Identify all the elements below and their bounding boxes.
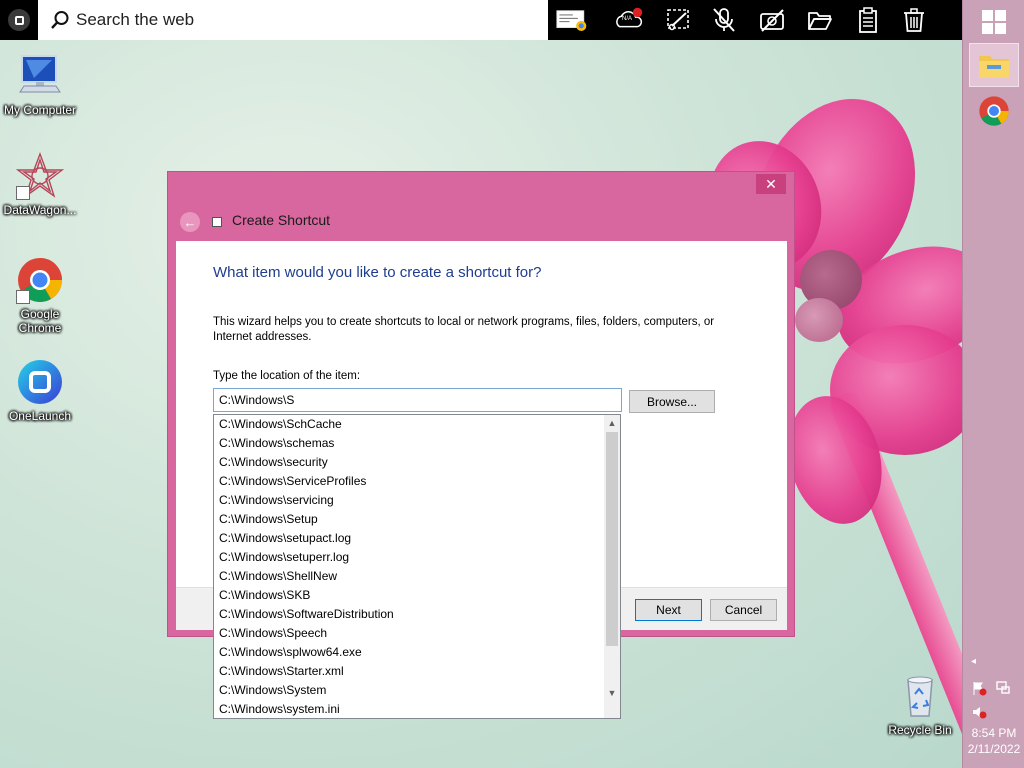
clock-date: 2/11/2022 bbox=[967, 742, 1021, 756]
autocomplete-item[interactable]: C:\Windows\Speech bbox=[214, 624, 605, 643]
desktop-icon-my-computer[interactable]: My Computer bbox=[0, 52, 80, 117]
autocomplete-item[interactable]: C:\Windows\system.ini bbox=[214, 700, 605, 719]
close-button[interactable]: ✕ bbox=[756, 174, 786, 194]
volume-muted-icon[interactable] bbox=[971, 704, 987, 719]
autocomplete-item[interactable]: C:\Windows\ShellNew bbox=[214, 567, 605, 586]
scrollbar-thumb[interactable] bbox=[606, 432, 618, 646]
clock[interactable]: 8:54 PM 2/11/2022 bbox=[963, 725, 1024, 757]
desktop-icon-label: OneLaunch bbox=[8, 409, 72, 423]
desktop-icon-label: DataWagon... bbox=[3, 203, 77, 217]
taskbar-google-chrome[interactable] bbox=[969, 89, 1019, 133]
onelaunch-icon bbox=[16, 358, 64, 406]
autocomplete-item[interactable]: C:\Windows\SoftwareDistribution bbox=[214, 605, 605, 624]
location-input[interactable] bbox=[213, 388, 622, 412]
windows-logo-icon bbox=[982, 10, 1006, 34]
search-icon bbox=[51, 11, 69, 29]
desktop-icon-datawagon[interactable]: DataWagon... bbox=[0, 152, 80, 217]
clipboard-icon[interactable] bbox=[852, 5, 884, 35]
shortcut-arrow-icon bbox=[16, 290, 30, 304]
wizard-heading: What item would you like to create a sho… bbox=[213, 264, 542, 281]
scroll-up-arrow-icon[interactable]: ▲ bbox=[604, 415, 620, 431]
trash-icon[interactable] bbox=[898, 5, 930, 35]
clock-time: 8:54 PM bbox=[971, 726, 1017, 740]
snip-icon[interactable] bbox=[662, 5, 694, 35]
desktop-icon-label: Recycle Bin bbox=[888, 723, 952, 737]
action-center-flag-icon[interactable] bbox=[971, 680, 987, 696]
autocomplete-scrollbar[interactable]: ▲ ▼ bbox=[604, 415, 620, 718]
computer-icon bbox=[16, 52, 64, 100]
web-search-bar[interactable]: Search the web bbox=[38, 0, 548, 40]
desktop-icon-google-chrome[interactable]: Google Chrome bbox=[0, 256, 80, 335]
desktop-icon-label: Google Chrome bbox=[18, 307, 62, 335]
chrome-icon bbox=[16, 256, 64, 304]
autocomplete-item[interactable]: C:\Windows\security bbox=[214, 453, 605, 472]
autocomplete-item[interactable]: C:\Windows\setupact.log bbox=[214, 529, 605, 548]
wizard-description: This wizard helps you to create shortcut… bbox=[213, 316, 715, 343]
autocomplete-item[interactable]: C:\Windows\splwow64.exe bbox=[214, 643, 605, 662]
onelaunch-menu-button[interactable] bbox=[0, 0, 38, 40]
start-button[interactable] bbox=[969, 0, 1019, 44]
taskbar: ◂ 8:54 PM 2/11/2022 bbox=[962, 0, 1024, 768]
location-label: Type the location of the item: bbox=[213, 370, 361, 382]
datawagon-logo-icon bbox=[15, 152, 65, 200]
next-button[interactable]: Next bbox=[635, 599, 702, 621]
autocomplete-item[interactable]: C:\Windows\SchCache bbox=[214, 415, 605, 434]
scroll-down-arrow-icon[interactable]: ▼ bbox=[604, 685, 620, 701]
camera-off-icon[interactable] bbox=[756, 5, 788, 35]
autocomplete-list: C:\Windows\SchCache C:\Windows\schemas C… bbox=[214, 415, 605, 719]
dialog-title: Create Shortcut bbox=[232, 212, 331, 228]
autocomplete-item[interactable]: C:\Windows\Starter.xml bbox=[214, 662, 605, 681]
desktop-icon-recycle-bin[interactable]: Recycle Bin bbox=[880, 672, 960, 737]
autocomplete-item[interactable]: C:\Windows\servicing bbox=[214, 491, 605, 510]
desktop-icon-onelaunch[interactable]: OneLaunch bbox=[0, 358, 80, 423]
autocomplete-item[interactable]: C:\Windows\SKB bbox=[214, 586, 605, 605]
autocomplete-item[interactable]: C:\Windows\schemas bbox=[214, 434, 605, 453]
chrome-icon bbox=[979, 96, 1009, 126]
folder-open-icon[interactable] bbox=[804, 5, 836, 35]
network-icon[interactable] bbox=[995, 680, 1011, 694]
shortcut-arrow-icon bbox=[16, 186, 30, 200]
shortcut-icon bbox=[212, 217, 222, 227]
cloud-status-icon[interactable]: N/A bbox=[613, 5, 645, 35]
top-toolbar: Search the web N/A bbox=[0, 0, 962, 40]
autocomplete-dropdown: C:\Windows\SchCache C:\Windows\schemas C… bbox=[213, 414, 621, 719]
screenshot-thumbnail-icon[interactable] bbox=[556, 5, 588, 35]
autocomplete-item[interactable]: C:\Windows\Setup bbox=[214, 510, 605, 529]
autocomplete-item[interactable]: C:\Windows\ServiceProfiles bbox=[214, 472, 605, 491]
show-hidden-icons-chevron-icon[interactable]: ◂ bbox=[971, 656, 976, 667]
browse-button[interactable]: Browse... bbox=[629, 390, 715, 413]
search-placeholder: Search the web bbox=[76, 10, 195, 29]
desktop-icon-label: My Computer bbox=[3, 103, 77, 117]
mic-muted-icon[interactable] bbox=[708, 5, 740, 35]
back-arrow-icon[interactable]: ← bbox=[180, 212, 200, 232]
cancel-button[interactable]: Cancel bbox=[710, 599, 777, 621]
cloud-status-badge: N/A bbox=[622, 16, 633, 22]
taskbar-file-explorer[interactable] bbox=[969, 43, 1019, 87]
autocomplete-item[interactable]: C:\Windows\setuperr.log bbox=[214, 548, 605, 567]
recycle-bin-icon bbox=[896, 672, 944, 720]
file-explorer-icon bbox=[979, 56, 1009, 78]
autocomplete-item[interactable]: C:\Windows\System bbox=[214, 681, 605, 700]
flower-bud bbox=[795, 298, 843, 342]
